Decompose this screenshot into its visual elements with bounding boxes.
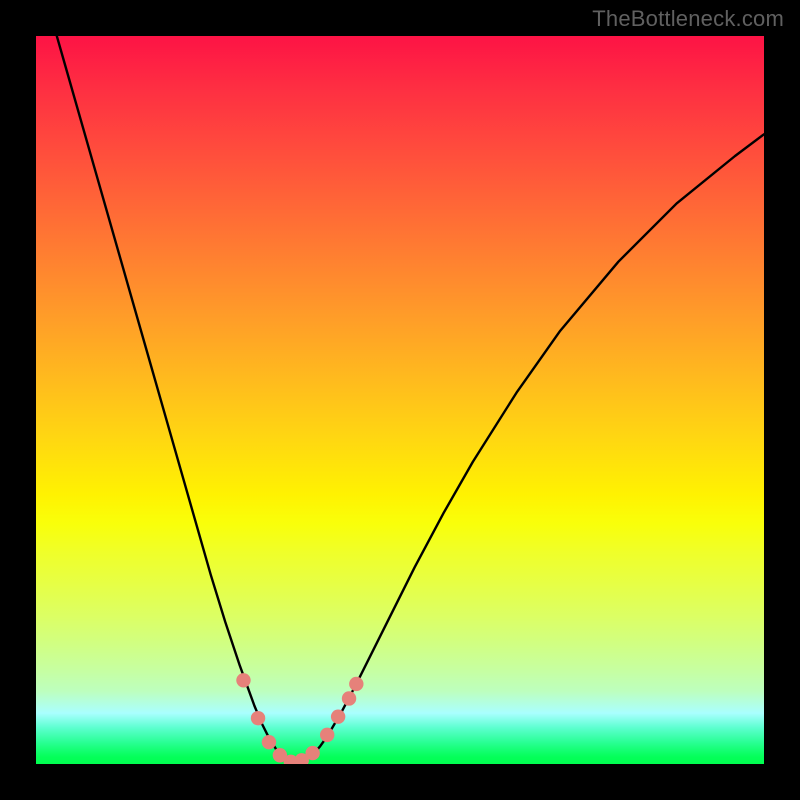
curve-marker bbox=[251, 711, 265, 725]
curve-marker bbox=[305, 746, 319, 760]
plot-area bbox=[36, 36, 764, 764]
watermark-text: TheBottleneck.com bbox=[592, 6, 784, 32]
curve-svg bbox=[36, 36, 764, 764]
curve-marker bbox=[349, 677, 363, 691]
curve-marker bbox=[262, 735, 276, 749]
chart-frame: TheBottleneck.com bbox=[0, 0, 800, 800]
curve-marker bbox=[342, 691, 356, 705]
curve-marker bbox=[320, 728, 334, 742]
curve-markers bbox=[236, 673, 363, 764]
curve-marker bbox=[331, 709, 345, 723]
bottleneck-curve bbox=[36, 36, 764, 762]
curve-marker bbox=[236, 673, 250, 687]
